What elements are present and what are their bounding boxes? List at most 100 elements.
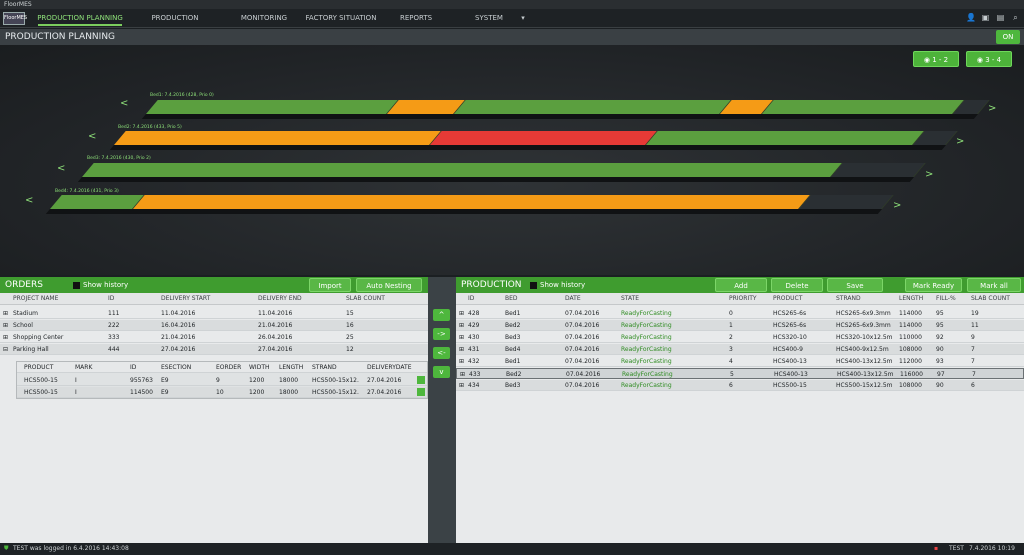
bed2-left-arrow-icon[interactable]: < <box>88 131 96 142</box>
bed2-right-arrow-icon[interactable]: > <box>956 136 964 147</box>
status-indicator <box>417 388 425 396</box>
expand-icon[interactable]: ⊞ <box>3 320 8 331</box>
production-title: PRODUCTION <box>461 280 522 290</box>
col-state[interactable]: STATE <box>621 293 639 305</box>
move-to-production-button[interactable]: -> <box>433 328 450 340</box>
bed4-left-arrow-icon[interactable]: < <box>25 195 33 206</box>
table-row-selected[interactable]: ⊞ 433 Bed2 07.04.2016 ReadyForCasting 5 … <box>456 368 1024 379</box>
checkbox-icon <box>73 281 80 289</box>
bed3-label: Bed3: 7.4.2016 (430, Prio 2) <box>87 156 151 161</box>
menu-monitoring[interactable]: MONITORING <box>236 11 292 26</box>
expand-icon[interactable]: ⊞ <box>3 308 8 319</box>
login-status-text: TEST was logged in 6.4.2016 14:43:08 <box>13 545 129 552</box>
delete-button[interactable]: Delete <box>771 278 823 292</box>
table-row[interactable]: ⊞ 431 Bed4 07.04.2016 ReadyForCasting 3 … <box>456 344 1024 355</box>
col-delivery-end[interactable]: DELIVERY END <box>258 293 302 305</box>
table-row[interactable]: ⊞ School 222 16.04.2016 21.04.2016 16 <box>0 320 428 331</box>
expand-icon[interactable]: ⊞ <box>460 369 465 380</box>
table-row[interactable]: ⊟ Parking Hall 444 27.04.2016 27.04.2016… <box>0 344 428 355</box>
table-row[interactable]: ⊞ 434 Bed3 07.04.2016 ReadyForCasting 6 … <box>456 380 1024 391</box>
transfer-buttons-bar: ^ -> <- v <box>428 277 456 543</box>
orders-table-header: PROJECT NAME ID DELIVERY START DELIVERY … <box>0 293 428 305</box>
import-button[interactable]: Import <box>309 278 351 292</box>
add-button[interactable]: Add <box>715 278 767 292</box>
expand-icon[interactable]: ⊞ <box>459 308 464 319</box>
production-table-header: ID BED DATE STATE PRIORITY PRODUCT STRAN… <box>456 293 1024 305</box>
camera-icon[interactable]: ▣ <box>981 13 990 22</box>
table-row[interactable]: ⊞ Shopping Center 333 21.04.2016 26.04.2… <box>0 332 428 343</box>
layout-icon[interactable]: ▤ <box>996 13 1005 22</box>
move-down-button[interactable]: v <box>433 366 450 378</box>
menu-system[interactable]: SYSTEM <box>470 11 508 26</box>
col-date[interactable]: DATE <box>565 293 581 305</box>
page-title: PRODUCTION PLANNING <box>5 32 116 42</box>
main-menu-bar: FloorMES PRODUCTION PLANNING PRODUCTION … <box>0 9 1024 37</box>
order-detail-table: PRODUCT MARK ID ESECTION EORDER WIDTH LE… <box>16 361 428 399</box>
bed3[interactable] <box>77 163 926 182</box>
expand-icon[interactable]: ⊞ <box>459 344 464 355</box>
mark-all-button[interactable]: Mark all <box>967 278 1021 292</box>
col-strand[interactable]: STRAND <box>836 293 861 305</box>
bed2-label: Bed2: 7.4.2016 (433, Prio 5) <box>118 125 182 130</box>
menu-factory-situation[interactable]: FACTORY SITUATION <box>303 11 379 26</box>
bed1[interactable] <box>141 100 990 119</box>
view-beds-1-2-button[interactable]: ◉ 1 - 2 <box>913 51 959 67</box>
table-row[interactable]: ⊞ 432 Bed1 07.04.2016 ReadyForCasting 4 … <box>456 356 1024 367</box>
table-row[interactable]: ⊞ 430 Bed3 07.04.2016 ReadyForCasting 2 … <box>456 332 1024 343</box>
table-row[interactable]: HCS500-15 I 955763 E9 9 1200 18000 HCS50… <box>17 375 427 386</box>
page-header: PRODUCTION PLANNING ON <box>0 29 1024 45</box>
menu-production-scheduling[interactable]: PRODUCTION SCHEDULING <box>128 11 222 37</box>
bed-visualization: ◉ 1 - 2 ◉ 3 - 4 Bed1: 7.4.2016 (428, Pri… <box>0 45 1024 275</box>
col-product[interactable]: PRODUCT <box>773 293 802 305</box>
col-slab-count[interactable]: SLAB COUNT <box>346 293 385 305</box>
expand-icon[interactable]: ⊞ <box>3 332 8 343</box>
col-delivery-start[interactable]: DELIVERY START <box>161 293 210 305</box>
col-bed[interactable]: BED <box>505 293 518 305</box>
on-toggle-button[interactable]: ON <box>996 30 1020 44</box>
window-title: FloorMES <box>0 0 1024 9</box>
view-beds-3-4-button[interactable]: ◉ 3 - 4 <box>966 51 1012 67</box>
production-show-history-checkbox[interactable]: Show history <box>530 281 585 289</box>
col-id[interactable]: ID <box>108 293 114 305</box>
bed2[interactable] <box>109 131 958 150</box>
table-row[interactable]: ⊞ Stadium 111 11.04.2016 11.04.2016 15 <box>0 308 428 319</box>
bed4[interactable] <box>45 195 894 214</box>
mark-ready-button[interactable]: Mark Ready <box>905 278 962 292</box>
status-indicator <box>417 376 425 384</box>
expand-icon[interactable]: ⊞ <box>459 320 464 331</box>
bed1-label: Bed1: 7.4.2016 (428, Prio 0) <box>150 93 214 98</box>
search-icon[interactable]: ⌕ <box>1011 13 1020 22</box>
flag-icon: ▪ <box>934 545 939 552</box>
bed1-left-arrow-icon[interactable]: < <box>120 98 128 109</box>
table-row[interactable]: ⊞ 428 Bed1 07.04.2016 ReadyForCasting 0 … <box>456 308 1024 319</box>
auto-nesting-button[interactable]: Auto Nesting <box>356 278 422 292</box>
bed3-left-arrow-icon[interactable]: < <box>57 163 65 174</box>
col-length[interactable]: LENGTH <box>899 293 923 305</box>
col-project-name[interactable]: PROJECT NAME <box>13 293 58 305</box>
bed1-right-arrow-icon[interactable]: > <box>988 103 996 114</box>
collapse-icon[interactable]: ⊟ <box>3 344 8 355</box>
move-to-orders-button[interactable]: <- <box>433 347 450 359</box>
expand-icon[interactable]: ⊞ <box>459 332 464 343</box>
system-dropdown-arrow-icon[interactable]: ▾ <box>518 11 528 26</box>
checkbox-icon <box>530 281 537 289</box>
table-row[interactable]: ⊞ 429 Bed2 07.04.2016 ReadyForCasting 1 … <box>456 320 1024 331</box>
col-slab-count[interactable]: SLAB COUNT <box>971 293 1010 305</box>
orders-show-history-checkbox[interactable]: Show history <box>73 281 128 289</box>
col-id[interactable]: ID <box>468 293 474 305</box>
col-priority[interactable]: PRIORITY <box>729 293 757 305</box>
current-user: TEST <box>949 545 964 552</box>
menu-reports[interactable]: REPORTS <box>394 11 438 26</box>
expand-icon[interactable]: ⊞ <box>459 356 464 367</box>
table-row[interactable]: HCS500-15 I 114500 E9 10 1200 18000 HCS5… <box>17 387 427 398</box>
bed3-right-arrow-icon[interactable]: > <box>925 169 933 180</box>
user-icon[interactable]: 👤 <box>966 13 976 22</box>
col-fill-percent[interactable]: FILL-% <box>936 293 956 305</box>
orders-panel: ORDERS Show history Import Auto Nesting … <box>0 277 428 543</box>
orders-title: ORDERS <box>5 280 43 290</box>
expand-icon[interactable]: ⊞ <box>459 380 464 391</box>
bed4-right-arrow-icon[interactable]: > <box>893 200 901 211</box>
menu-production-planning[interactable]: PRODUCTION PLANNING <box>36 11 124 26</box>
save-button[interactable]: Save <box>827 278 883 292</box>
move-up-button[interactable]: ^ <box>433 309 450 321</box>
